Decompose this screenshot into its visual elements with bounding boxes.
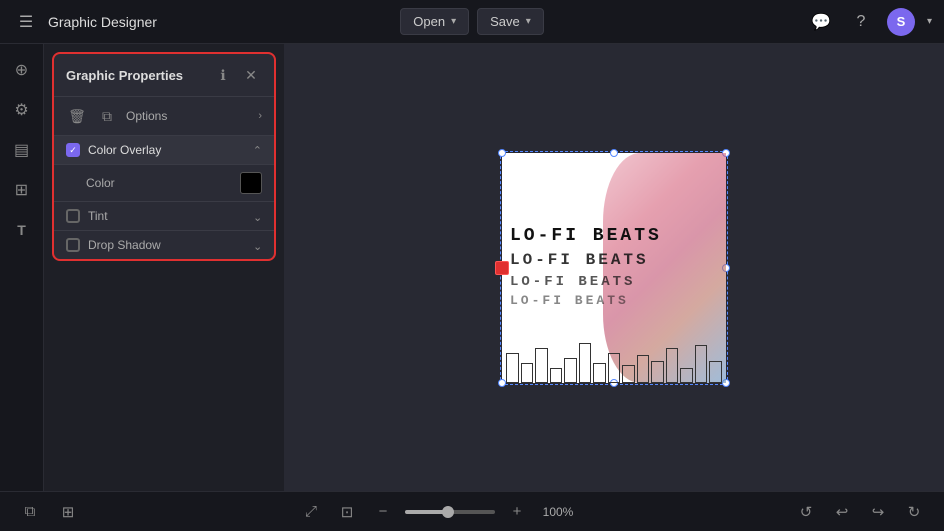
bar-5	[564, 358, 577, 383]
sidebar-icon-filter[interactable]: ⚙	[4, 92, 40, 128]
tint-label: Tint	[88, 209, 108, 223]
delete-icon[interactable]: 🗑	[66, 105, 88, 127]
redo-icon[interactable]: ↪	[864, 498, 892, 526]
sidebar-icon-layers[interactable]: ▤	[4, 132, 40, 168]
panel-title: Graphic Properties	[66, 68, 183, 83]
options-left: 🗑 ⧉ Options	[66, 105, 167, 127]
copy-icon[interactable]: ⧉	[96, 105, 118, 127]
bar-13	[680, 368, 693, 383]
zoom-slider[interactable]	[405, 510, 495, 514]
panel-header-actions: ℹ ✕	[212, 64, 262, 86]
grid-icon[interactable]: ⊞	[54, 498, 82, 526]
lofi-text-1: LO-FI BEATS	[510, 225, 718, 248]
menu-icon[interactable]: ☰	[12, 8, 40, 36]
close-icon[interactable]: ✕	[240, 64, 262, 86]
save-chevron-icon: ▾	[526, 16, 531, 27]
red-handle[interactable]	[495, 261, 509, 275]
bar-10	[637, 355, 650, 383]
bar-2	[521, 363, 534, 383]
handle-top-left[interactable]	[498, 149, 506, 157]
options-label: Options	[126, 109, 167, 123]
color-row: Color	[54, 165, 274, 202]
lofi-text-2: LO-FI BEATS	[510, 250, 718, 271]
bar-1	[506, 353, 519, 383]
shadow-left: Drop Shadow	[66, 238, 161, 252]
bar-chart-area	[502, 333, 726, 383]
tint-chevron-icon: ⌃	[253, 210, 262, 223]
topbar-left: ☰ Graphic Designer	[12, 8, 400, 36]
tint-left: Tint	[66, 209, 108, 223]
topbar-right: 💬 ? S ▾	[544, 8, 932, 36]
undo-icon[interactable]: ↩	[828, 498, 856, 526]
color-overlay-checkbox[interactable]: ✓	[66, 143, 80, 157]
lofi-text-4: LO-FI BEATS	[510, 293, 718, 310]
color-overlay-label: Color Overlay	[88, 143, 161, 157]
refresh-icon[interactable]: ↻	[900, 498, 928, 526]
bar-11	[651, 361, 664, 383]
crop-icon[interactable]: ⊡	[333, 498, 361, 526]
zoom-out-icon[interactable]: −	[369, 498, 397, 526]
panel-title-group: Graphic Properties	[66, 68, 183, 83]
topbar-center: Open ▾ Save ▾	[400, 8, 544, 35]
expand-icon[interactable]: ⤢	[297, 498, 325, 526]
sidebar-icon-elements[interactable]: ⊞	[4, 172, 40, 208]
canvas-selection-wrapper: LO-FI BEATS LO-FI BEATS LO-FI BEATS LO-F…	[502, 153, 726, 383]
open-chevron-icon: ▾	[451, 16, 456, 27]
bottombar-right: ↺ ↩ ↪ ↻	[792, 498, 928, 526]
lofi-text-3: LO-FI BEATS	[510, 273, 718, 291]
open-button[interactable]: Open ▾	[400, 8, 469, 35]
graphic-properties-panel: Graphic Properties ℹ ✕ 🗑 ⧉ Options ›	[52, 52, 276, 261]
options-row[interactable]: 🗑 ⧉ Options ›	[54, 97, 274, 136]
app-title: Graphic Designer	[48, 14, 157, 30]
bar-6	[579, 343, 592, 383]
avatar-chevron-icon: ▾	[927, 16, 932, 27]
layers-icon[interactable]: ⧉	[16, 498, 44, 526]
bar-15	[709, 361, 722, 383]
info-icon[interactable]: ℹ	[212, 64, 234, 86]
sidebar-icon-text[interactable]: T	[4, 212, 40, 248]
tint-row[interactable]: Tint ⌃	[54, 202, 274, 231]
bottombar-left: ⧉ ⊞	[16, 498, 82, 526]
checkmark-icon: ✓	[69, 146, 77, 155]
avatar[interactable]: S	[887, 8, 915, 36]
overlay-left: ✓ Color Overlay	[66, 143, 161, 157]
drop-shadow-label: Drop Shadow	[88, 238, 161, 252]
canvas-area[interactable]: LO-FI BEATS LO-FI BEATS LO-FI BEATS LO-F…	[284, 44, 944, 491]
bar-12	[666, 348, 679, 383]
color-overlay-row[interactable]: ✓ Color Overlay ⌃	[54, 136, 274, 165]
bar-7	[593, 363, 606, 383]
handle-top-mid[interactable]	[610, 149, 618, 157]
left-sidebar: ⊕ ⚙ ▤ ⊞ T	[0, 44, 44, 491]
drop-shadow-row[interactable]: Drop Shadow ⌃	[54, 231, 274, 259]
shadow-chevron-icon: ⌃	[253, 239, 262, 252]
panel-header: Graphic Properties ℹ ✕	[54, 54, 274, 97]
main-area: ⊕ ⚙ ▤ ⊞ T Graphic Properties ℹ ✕ 🗑 ⧉	[0, 44, 944, 491]
topbar: ☰ Graphic Designer Open ▾ Save ▾ 💬 ? S ▾	[0, 0, 944, 44]
drop-shadow-checkbox[interactable]	[66, 238, 80, 252]
bar-8	[608, 353, 621, 383]
sidebar-icon-select[interactable]: ⊕	[4, 52, 40, 88]
bottombar: ⧉ ⊞ ⤢ ⊡ − + 100% ↺ ↩ ↪ ↻	[0, 491, 944, 531]
color-swatch[interactable]	[240, 172, 262, 194]
options-chevron-icon: ›	[258, 110, 262, 122]
chat-icon[interactable]: 💬	[807, 8, 835, 36]
canvas-graphic[interactable]: LO-FI BEATS LO-FI BEATS LO-FI BEATS LO-F…	[502, 153, 726, 383]
overlay-chevron-up-icon: ⌃	[253, 144, 262, 157]
bottombar-center: ⤢ ⊡ − + 100%	[297, 498, 577, 526]
bar-14	[695, 345, 708, 383]
zoom-label: 100%	[539, 505, 577, 519]
color-label: Color	[86, 176, 115, 190]
rotate-left-icon[interactable]: ↺	[792, 498, 820, 526]
panel-area: Graphic Properties ℹ ✕ 🗑 ⧉ Options ›	[44, 44, 284, 491]
bar-3	[535, 348, 548, 383]
tint-checkbox[interactable]	[66, 209, 80, 223]
bar-9	[622, 365, 635, 383]
bar-4	[550, 368, 563, 383]
zoom-in-icon[interactable]: +	[503, 498, 531, 526]
save-button[interactable]: Save ▾	[477, 8, 544, 35]
help-icon[interactable]: ?	[847, 8, 875, 36]
